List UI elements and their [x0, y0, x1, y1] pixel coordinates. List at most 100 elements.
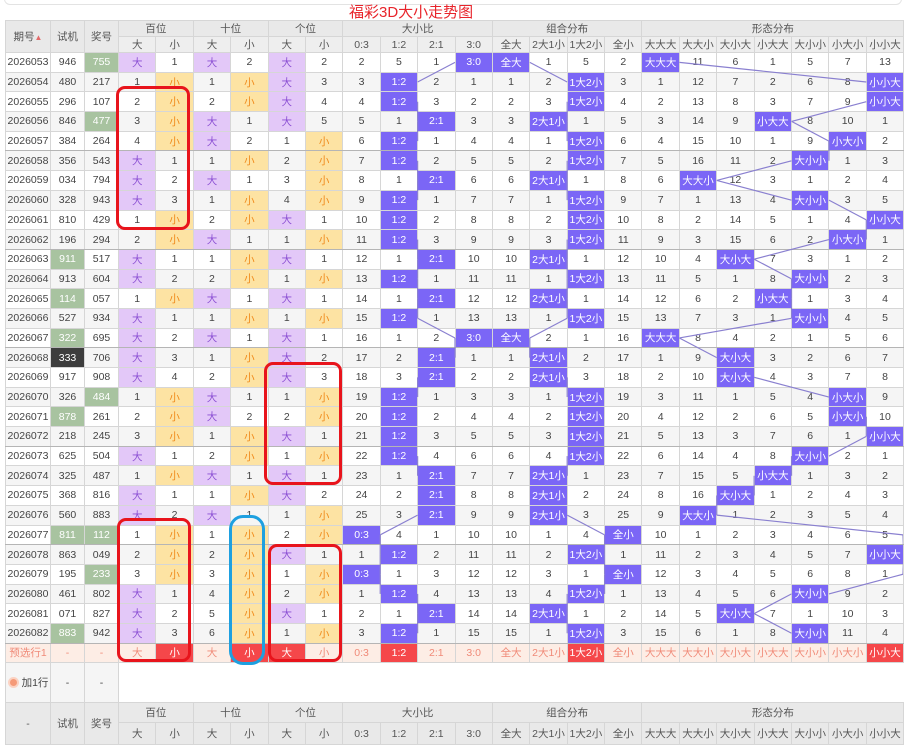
ge-cell: 大 [267, 91, 306, 113]
ratio-cell: 1:2 [379, 544, 419, 565]
ratio-header: 0:3 [342, 36, 381, 53]
ratio-header: 3:0 [454, 36, 493, 53]
ge-cell: 1 [304, 248, 344, 270]
combo-cell: 1大2小 [566, 150, 606, 172]
form-cell: 2 [716, 406, 755, 428]
prediction-option[interactable]: 小 [155, 642, 194, 664]
prediction-option[interactable]: 大大小 [678, 642, 718, 664]
bai-cell: 2 [155, 170, 194, 191]
shi-cell: 1 [230, 386, 269, 408]
prediction-option[interactable]: 大 [267, 642, 306, 664]
prediction-option[interactable]: 全大 [491, 642, 531, 664]
combo-cell: 2大1小 [529, 170, 568, 191]
form-cell: 13 [641, 307, 680, 329]
prediction-option[interactable]: 大小大 [716, 642, 755, 664]
prediction-option[interactable]: 3:0 [454, 642, 493, 664]
ge-cell: 2 [304, 52, 344, 73]
combo-cell: 3 [604, 71, 643, 93]
test-number-cell: 883 [50, 622, 85, 644]
form-cell: 小大小 [828, 229, 867, 250]
form-cell: 1 [791, 465, 830, 487]
prediction-option[interactable]: 0:3 [342, 642, 381, 664]
combo-cell: 3 [529, 91, 568, 113]
prediction-option[interactable]: 大 [117, 642, 157, 664]
shi-cell: 2 [230, 52, 269, 73]
prediction-option[interactable]: 小 [304, 642, 344, 664]
combo-cell: 1大2小 [566, 130, 606, 152]
ratio-cell: 1 [417, 307, 456, 329]
ratio-cell: 1 [379, 170, 419, 191]
period-cell: 2026055 [5, 91, 51, 113]
prize-number-cell: 934 [84, 307, 119, 329]
add-row-button[interactable]: 加1行 [5, 662, 51, 704]
combo-cell: 2大1小 [529, 603, 568, 624]
ge-cell: 1 [304, 288, 344, 309]
shi-cell: 1 [230, 170, 269, 191]
shi-cell: 1 [230, 504, 269, 526]
prediction-row: 预选行1- - 大小大小大小 0:3 1:2 2:1 3:0 全大 2大1小 1大2小 全小 大大大大… [5, 642, 905, 664]
prize-number-cell: 827 [84, 603, 119, 624]
prize-number-cell: 504 [84, 445, 119, 467]
form-header: 大大小 [678, 36, 718, 53]
combo-cell: 1 [566, 603, 606, 624]
form-cell: 6 [791, 71, 830, 93]
shi-cell: 大 [192, 406, 232, 428]
bai-cell: 小 [155, 426, 194, 447]
form-cell: 4 [716, 563, 755, 585]
bai-cell: 大 [117, 327, 157, 349]
prediction-option[interactable]: 大小小 [791, 642, 830, 664]
form-cell: 3 [828, 189, 867, 211]
table-row: 2026070 326 484 1 小大 1 1 小 19 1:2 1 3 3 1 1大2小 19 3 11 1 5 4… [5, 386, 905, 408]
ratio-cell: 3 [417, 426, 456, 447]
prediction-option[interactable]: 小大大 [753, 642, 793, 664]
form-cell: 15 [641, 622, 680, 644]
form-cell: 大小小 [791, 189, 830, 211]
bai-cell: 3 [117, 426, 157, 447]
col-period[interactable]: 期号▲ [5, 20, 51, 53]
bai-cell: 2 [155, 603, 194, 624]
shi-cell: 小 [230, 209, 269, 231]
sort-arrows-icon[interactable]: ▲ [35, 33, 43, 42]
shi-cell: 小 [230, 563, 269, 585]
prediction-option[interactable]: 1:2 [379, 642, 419, 664]
ratio-cell: 4 [379, 524, 419, 546]
form-cell: 10 [828, 603, 867, 624]
form-cell: 12 [641, 288, 680, 309]
ratio-cell: 2:1 [417, 504, 456, 526]
test-number-cell: 913 [50, 268, 85, 290]
prediction-option[interactable]: 小大小 [828, 642, 867, 664]
prediction-option[interactable]: 2大1小 [529, 642, 568, 664]
ge-cell: 1 [304, 603, 344, 624]
ratio-cell: 2 [417, 544, 456, 565]
combo-cell: 8 [604, 170, 643, 191]
combo-cell: 7 [491, 189, 531, 211]
form-cell: 大大小 [678, 504, 718, 526]
combo-cell: 19 [604, 386, 643, 408]
prediction-option[interactable]: 小小大 [865, 642, 905, 664]
form-cell: 2 [716, 288, 755, 309]
prediction-option[interactable]: 小 [230, 642, 269, 664]
prediction-option[interactable]: 2:1 [417, 642, 456, 664]
ratio-cell: 1 [379, 603, 419, 624]
prediction-option[interactable]: 大 [192, 642, 232, 664]
prediction-option[interactable]: 1大2小 [566, 642, 606, 664]
form-cell: 小小大 [865, 91, 905, 113]
form-cell: 8 [678, 327, 718, 349]
form-cell: 2 [791, 485, 830, 506]
ratio-cell: 1 [417, 52, 456, 73]
combo-cell: 1大2小 [566, 622, 606, 644]
form-cell: 13 [678, 426, 718, 447]
form-cell: 1 [678, 189, 718, 211]
combo-cell: 10 [491, 524, 531, 546]
form-cell: 2 [791, 229, 830, 250]
test-number-cell: 810 [50, 209, 85, 231]
form-cell: 4 [641, 130, 680, 152]
form-cell: 大小大 [716, 603, 755, 624]
prediction-option[interactable]: 全小 [604, 642, 643, 664]
prediction-option[interactable]: 大大大 [641, 642, 680, 664]
combo-cell: 2 [566, 485, 606, 506]
form-cell: 5 [753, 386, 793, 408]
plus-circle-icon[interactable] [7, 677, 19, 689]
prize-number-cell: 794 [84, 170, 119, 191]
form-cell: 7 [716, 71, 755, 93]
